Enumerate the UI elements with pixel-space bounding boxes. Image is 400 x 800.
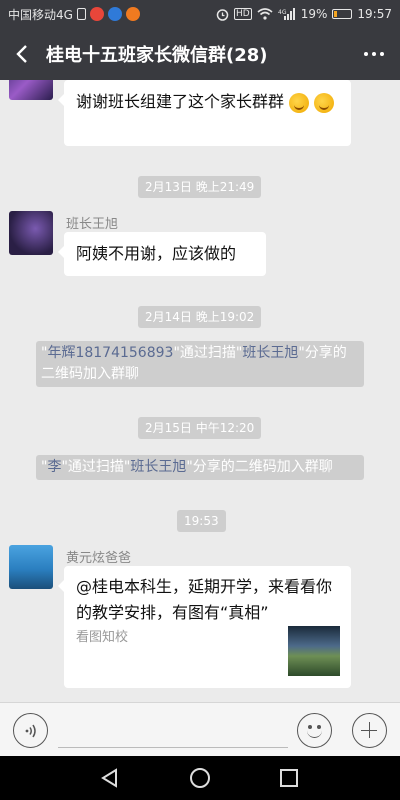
app-notification-icon [107, 7, 122, 21]
signal-icon: 4G [278, 8, 295, 20]
app-notification-icon [89, 7, 104, 21]
system-message: "年辉18174156893"通过扫描"班长王旭"分享的二维码加入群聊 [36, 341, 364, 387]
more-dots-icon [364, 52, 368, 56]
chat-title: 桂电十五班家长微信群(28) [46, 45, 268, 66]
sender-name: 班长王旭 [66, 217, 119, 232]
member-name-link[interactable]: 年辉18174156893 [47, 345, 173, 361]
article-source: 看图知校 [76, 630, 129, 645]
avatar[interactable] [9, 545, 53, 589]
system-nav-bar [0, 756, 400, 800]
back-button[interactable] [0, 28, 44, 80]
timestamp: 2月14日 晚上19:02 [138, 306, 262, 328]
member-name-link[interactable]: 班长王旭 [242, 345, 298, 361]
timestamp: 2月13日 晚上21:49 [138, 176, 262, 198]
clock: 19:57 [357, 7, 392, 21]
member-name-link[interactable]: 李 [47, 459, 61, 475]
smile-emoji-icon [289, 92, 310, 113]
svg-text:4G: 4G [278, 9, 287, 16]
message-input[interactable] [58, 716, 288, 748]
input-bar [0, 702, 400, 756]
message-bubble[interactable]: 阿姨不用谢，应该做的 [58, 232, 266, 276]
wifi-icon [257, 8, 273, 20]
message-list[interactable]: 谢谢班长组建了这个家长群群 2月13日 晚上21:49 班长王旭 阿姨不用谢，应… [0, 80, 400, 702]
system-message: "李"通过扫描"班长王旭"分享的二维码加入群聊 [36, 455, 364, 480]
carrier-label: 中国移动4G [8, 7, 73, 22]
message-text: 谢谢班长组建了这个家长群群 [76, 92, 285, 111]
battery-icon [332, 9, 353, 19]
more-button[interactable] [348, 28, 400, 80]
voice-button[interactable] [13, 713, 48, 748]
timestamp: 19:53 [177, 510, 226, 532]
emoji-button[interactable] [297, 713, 332, 748]
sim-icon [76, 8, 86, 20]
chat-header: 桂电十五班家长微信群(28) [0, 28, 400, 80]
shared-article-card[interactable]: @桂电本科生，延期开学，来看看你的教学安排，有图有“真相” 看图知校 [58, 566, 351, 688]
nav-home-icon[interactable] [190, 768, 210, 788]
sender-name: 黄元炫爸爸 [66, 551, 132, 566]
emoji-icon [308, 725, 312, 729]
avatar[interactable] [9, 80, 53, 100]
article-title: @桂电本科生，延期开学，来看看你的教学安排，有图有“真相” [76, 577, 333, 622]
timestamp: 2月15日 中午12:20 [138, 417, 262, 439]
article-thumbnail [288, 626, 340, 676]
member-name-link[interactable]: 班长王旭 [130, 459, 186, 475]
more-functions-button[interactable] [352, 713, 387, 748]
nav-recent-icon[interactable] [280, 769, 298, 787]
alarm-icon [216, 8, 229, 21]
message-text: 阿姨不用谢，应该做的 [76, 244, 237, 263]
smile-emoji-icon [314, 92, 335, 113]
voice-icon [25, 724, 36, 737]
nav-back-icon[interactable] [100, 768, 120, 788]
battery-percent: 19% [300, 7, 328, 21]
avatar[interactable] [9, 211, 53, 255]
message-bubble[interactable]: 谢谢班长组建了这个家长群群 [58, 80, 351, 146]
hd-icon: HD [234, 8, 252, 20]
app-notification-icon [125, 7, 140, 21]
status-bar: 中国移动4G HD 4G 19% 19:57 [0, 0, 400, 28]
chevron-left-icon [16, 45, 27, 63]
